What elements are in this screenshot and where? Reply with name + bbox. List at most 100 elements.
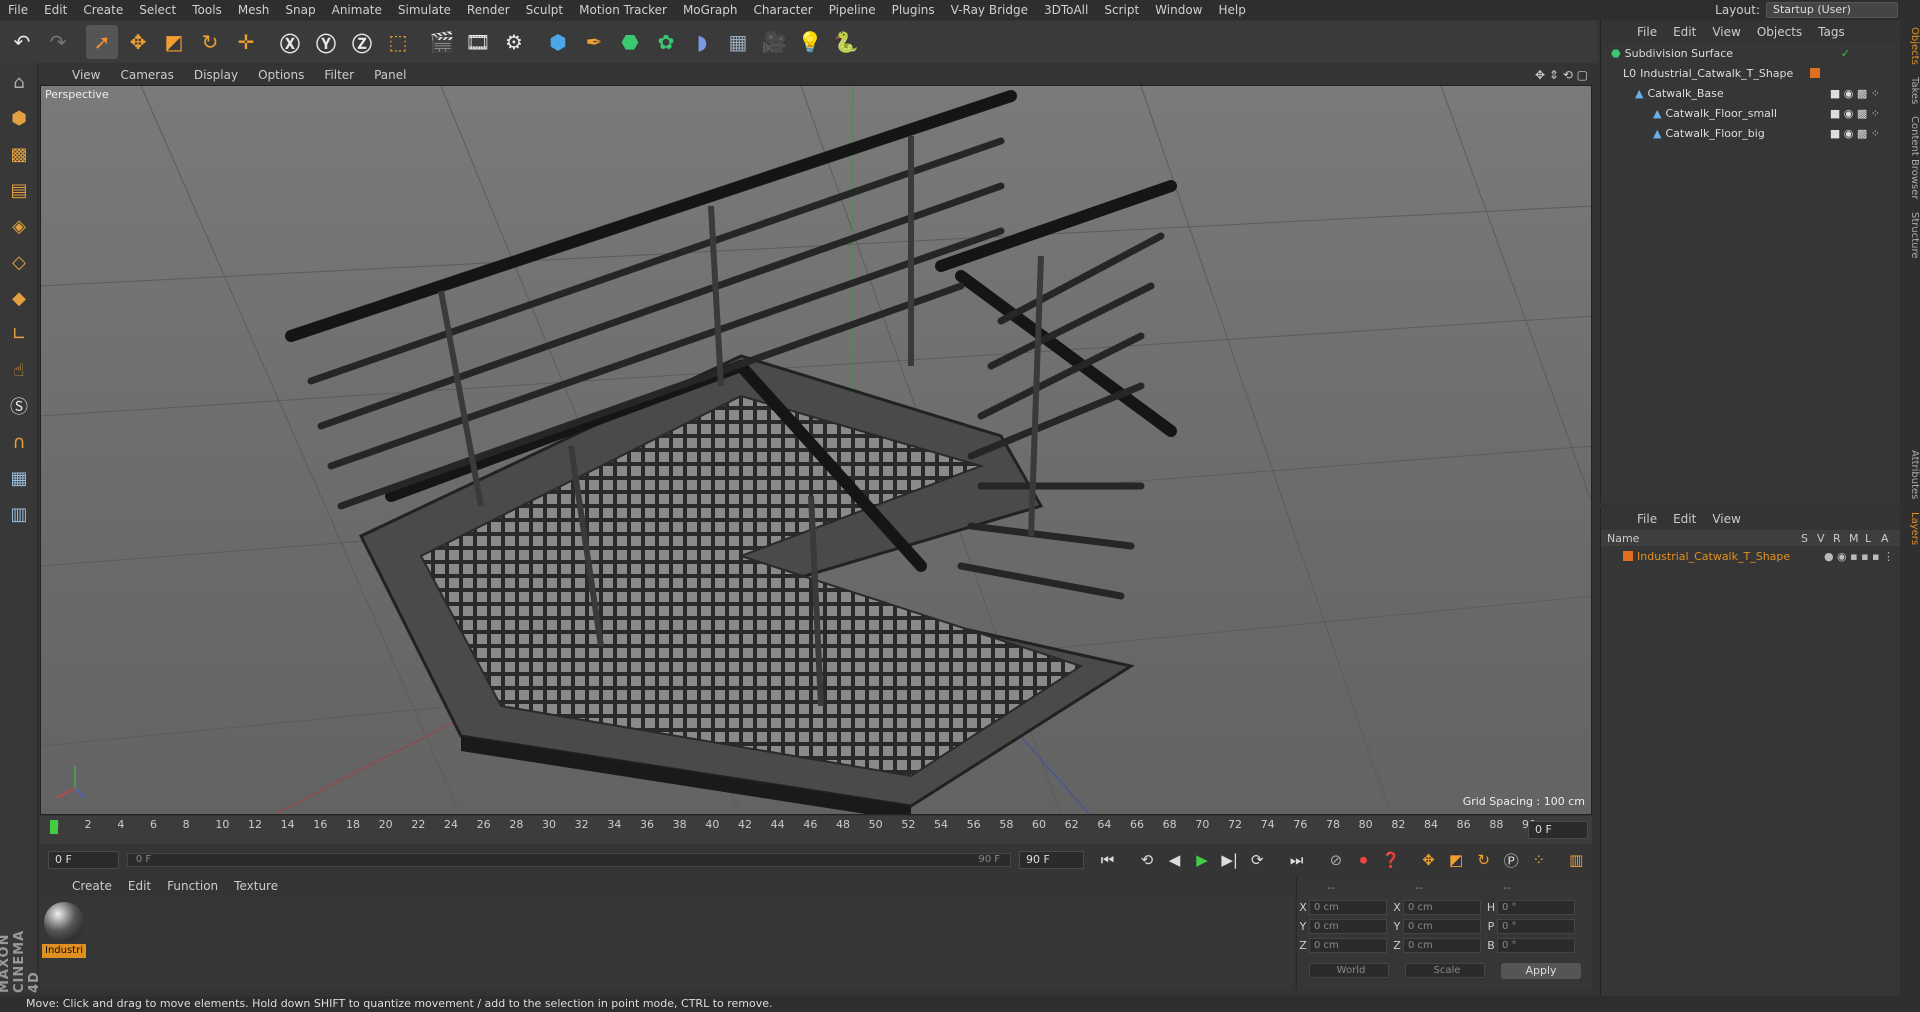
rotate-tool-icon[interactable]: ↻ [194, 25, 226, 59]
points-mode-icon[interactable]: ◈ [3, 210, 35, 242]
make-editable-icon[interactable]: ⌂ [3, 66, 35, 98]
size-y-field[interactable]: 0 cm [1403, 919, 1481, 934]
object-row-catwalk-base[interactable]: ▲ Catwalk_Base ■ ◉ ▩ ⁘ [1601, 83, 1900, 103]
cube-primitive-icon[interactable]: ⬢ [542, 25, 574, 59]
keyframe-selection-icon[interactable]: ❓ [1379, 849, 1403, 871]
undo-icon[interactable]: ↶ [6, 25, 38, 59]
material-tag-icons[interactable]: ■ ◉ ▩ ⁘ [1830, 87, 1880, 100]
axis-mode-icon[interactable]: ∟ [3, 318, 35, 350]
menu-motion-tracker[interactable]: Motion Tracker [571, 0, 675, 20]
menu-pipeline[interactable]: Pipeline [821, 0, 884, 20]
layer-menu-edit[interactable]: Edit [1665, 512, 1704, 526]
model-mode-icon[interactable]: ⬢ [3, 102, 35, 134]
object-row-subdivision[interactable]: ⬣ Subdivision Surface ✓ [1601, 43, 1900, 63]
lock-workplane-icon[interactable]: ▦ [3, 462, 35, 494]
material-menu-texture[interactable]: Texture [226, 879, 286, 893]
edges-mode-icon[interactable]: ◇ [3, 246, 35, 278]
tab-takes[interactable]: Takes [1900, 71, 1920, 110]
material-tag-icons[interactable]: ■ ◉ ▩ ⁘ [1830, 107, 1880, 120]
menu-mesh[interactable]: Mesh [230, 0, 278, 20]
tweak-mode-icon[interactable]: ☝ [3, 354, 35, 386]
check-icon[interactable]: ✓ [1841, 47, 1850, 60]
tab-structure[interactable]: Structure [1900, 206, 1920, 265]
next-frame-icon[interactable]: ▶| [1218, 849, 1242, 871]
menu-window[interactable]: Window [1147, 0, 1210, 20]
redo-icon[interactable]: ↷ [42, 25, 74, 59]
object-menu-tags[interactable]: Tags [1810, 25, 1853, 39]
layer-menu-file[interactable]: File [1629, 512, 1665, 526]
menu-plugins[interactable]: Plugins [884, 0, 943, 20]
timeline-end-field[interactable]: 0 F [1528, 821, 1588, 839]
menu-select[interactable]: Select [131, 0, 184, 20]
menu-help[interactable]: Help [1210, 0, 1253, 20]
prev-frame-icon[interactable]: ◀ [1163, 849, 1187, 871]
autokey-icon[interactable]: ⏺ [1352, 849, 1376, 871]
viewport-menu-panel[interactable]: Panel [364, 68, 416, 82]
menu-character[interactable]: Character [745, 0, 820, 20]
scale-select[interactable]: Scale [1405, 963, 1485, 978]
timeline-ruler[interactable]: 0246810121416182022242628303234363840424… [40, 816, 1592, 844]
menu-animate[interactable]: Animate [324, 0, 390, 20]
pos-y-field[interactable]: 0 cm [1309, 919, 1387, 934]
render-settings-icon[interactable]: ⚙ [498, 25, 530, 59]
menu-mograph[interactable]: MoGraph [675, 0, 746, 20]
polygons-mode-icon[interactable]: ◆ [3, 282, 35, 314]
playhead-marker[interactable] [50, 820, 58, 834]
deformer-icon[interactable]: ◗ [686, 25, 718, 59]
viewport-menu-cameras[interactable]: Cameras [110, 68, 183, 82]
record-keys-icon[interactable]: ⊘ [1324, 849, 1348, 871]
rot-h-field[interactable]: 0 ° [1497, 900, 1575, 915]
render-view-icon[interactable]: 🎬 [426, 25, 458, 59]
current-frame-field[interactable]: 0 F [48, 851, 119, 869]
object-menu-edit[interactable]: Edit [1665, 25, 1704, 39]
tab-attributes[interactable]: Attributes [1900, 444, 1920, 505]
menu-create[interactable]: Create [75, 0, 131, 20]
menu-snap[interactable]: Snap [277, 0, 323, 20]
rot-b-field[interactable]: 0 ° [1497, 938, 1575, 953]
3d-viewport[interactable]: Perspective Grid Spacing: 100 cm [40, 85, 1592, 815]
size-x-field[interactable]: 0 cm [1403, 900, 1481, 915]
goto-end-icon[interactable]: ⏭ [1285, 849, 1309, 871]
floor-scene-icon[interactable]: ▦ [722, 25, 754, 59]
tab-objects[interactable]: Objects [1900, 21, 1920, 71]
transform-tool-icon[interactable]: ✛ [230, 25, 262, 59]
layout-select[interactable]: Startup (User) [1766, 2, 1898, 18]
viewport-menu-filter[interactable]: Filter [314, 68, 364, 82]
subdivision-generator-icon[interactable]: ⬣ [614, 25, 646, 59]
object-menu-view[interactable]: View [1704, 25, 1748, 39]
menu-3dtoall[interactable]: 3DToAll [1036, 0, 1096, 20]
rot-p-field[interactable]: 0 ° [1497, 919, 1575, 934]
material-swatch[interactable]: Industri [42, 900, 86, 958]
select-tool-icon[interactable]: ➚ [86, 25, 118, 59]
key-scale-icon[interactable]: ◩ [1444, 849, 1468, 871]
layer-row[interactable]: Industrial_Catwalk_T_Shape ● ◉ ▪ ▪ ▪ ⋮ [1601, 546, 1900, 566]
frame-range-slider[interactable]: 0 F 90 F [126, 853, 1012, 867]
object-menu-file[interactable]: File [1629, 25, 1665, 39]
pos-z-field[interactable]: 0 cm [1309, 938, 1387, 953]
viewport-menu-options[interactable]: Options [248, 68, 314, 82]
apply-button[interactable]: Apply [1501, 962, 1581, 979]
menu-render[interactable]: Render [459, 0, 518, 20]
max-frame-field[interactable]: 90 F [1019, 851, 1084, 869]
goto-start-icon[interactable]: ⏮ [1096, 849, 1120, 871]
key-param-icon[interactable]: Ⓟ [1499, 849, 1523, 871]
viewport-menu-view[interactable]: View [62, 68, 110, 82]
material-menu-function[interactable]: Function [159, 879, 226, 893]
object-row-floor-big[interactable]: ▲ Catwalk_Floor_big ■ ◉ ▩ ⁘ [1601, 123, 1900, 143]
spline-pen-icon[interactable]: ✒ [578, 25, 610, 59]
layer-color-swatch[interactable] [1810, 68, 1820, 78]
size-z-field[interactable]: 0 cm [1403, 938, 1481, 953]
camera-icon[interactable]: 🎥 [758, 25, 790, 59]
tab-layers[interactable]: Layers [1900, 506, 1920, 551]
object-row-catwalk-null[interactable]: L0 Industrial_Catwalk_T_Shape [1601, 63, 1900, 83]
menu-tools[interactable]: Tools [184, 0, 230, 20]
z-axis-lock-icon[interactable]: Ⓩ [346, 25, 378, 59]
workplane-icon[interactable]: ▤ [3, 174, 35, 206]
x-axis-lock-icon[interactable]: Ⓧ [274, 25, 306, 59]
menu-simulate[interactable]: Simulate [390, 0, 459, 20]
key-rotation-icon[interactable]: ↻ [1472, 849, 1496, 871]
key-position-icon[interactable]: ✥ [1417, 849, 1441, 871]
viewport-nav-icons[interactable]: ✥ ⇕ ⟲ ▢ [1535, 68, 1588, 82]
key-pla-icon[interactable]: ⁘ [1527, 849, 1551, 871]
next-key-icon[interactable]: ⟳ [1245, 849, 1269, 871]
